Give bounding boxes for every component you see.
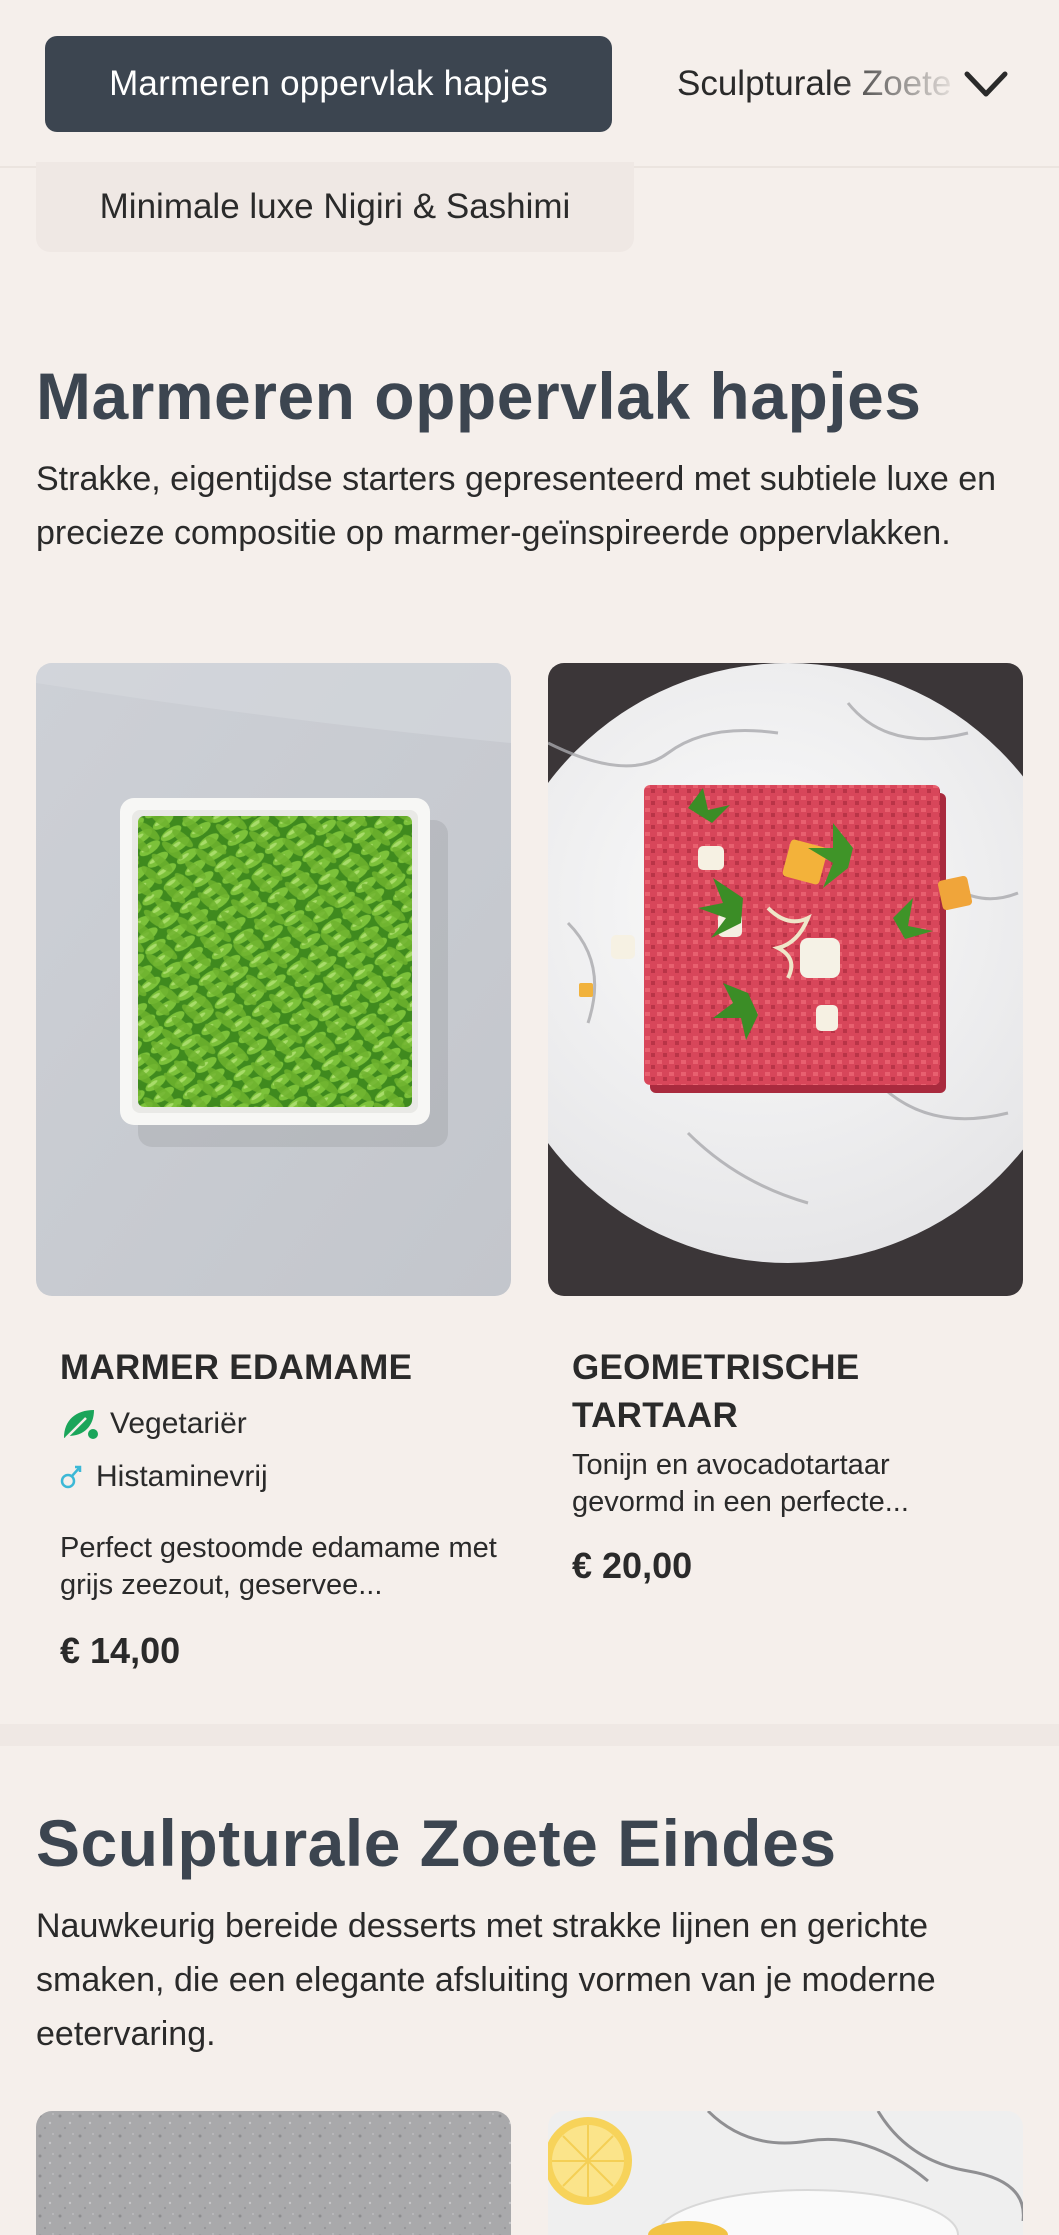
chevron-down-icon[interactable] — [960, 58, 1012, 110]
dietary-tag: Vegetariër — [60, 1406, 247, 1442]
section-title: Sculpturale Zoete Eindes — [36, 1806, 837, 1880]
edamame-image[interactable] — [36, 663, 511, 1296]
section-title: Marmeren oppervlak hapjes — [36, 359, 922, 433]
category-tab-active[interactable]: Marmeren oppervlak hapjes — [45, 36, 612, 132]
item-description: Perfect gestoomde edamame met grijs zeez… — [60, 1532, 497, 1601]
histamine-free-icon — [60, 1463, 84, 1491]
category-dropdown-item[interactable]: Minimale luxe Nigiri & Sashimi — [36, 162, 634, 252]
dietary-tag-label: Histaminevrij — [96, 1460, 268, 1493]
dietary-tag: Histaminevrij — [60, 1460, 268, 1494]
dessert-image[interactable] — [36, 2111, 511, 2235]
dietary-tag-label: Vegetariër — [110, 1407, 247, 1440]
category-nav: Marmeren oppervlak hapjes Sculpturale Zo… — [0, 0, 1059, 168]
item-name: MARMER EDAMAME — [60, 1348, 413, 1387]
section-divider — [0, 1724, 1059, 1746]
tartaar-image[interactable] — [548, 663, 1023, 1296]
section-description: Nauwkeurig bereide desserts met strakke … — [36, 1907, 936, 2053]
item-price: € 20,00 — [572, 1545, 693, 1586]
item-name: GEOMETRISCHE TARTAAR — [572, 1348, 860, 1435]
vegetarian-leaf-icon — [60, 1406, 98, 1442]
section-description: Strakke, eigentijdse starters gepresente… — [36, 460, 997, 552]
category-tab-next[interactable]: Sculpturale Zoete Eindes — [677, 36, 957, 132]
item-price: € 14,00 — [60, 1630, 181, 1671]
item-description: Tonijn en avocadotartaar gevormd in een … — [572, 1449, 909, 1518]
dessert-image[interactable] — [548, 2111, 1023, 2235]
